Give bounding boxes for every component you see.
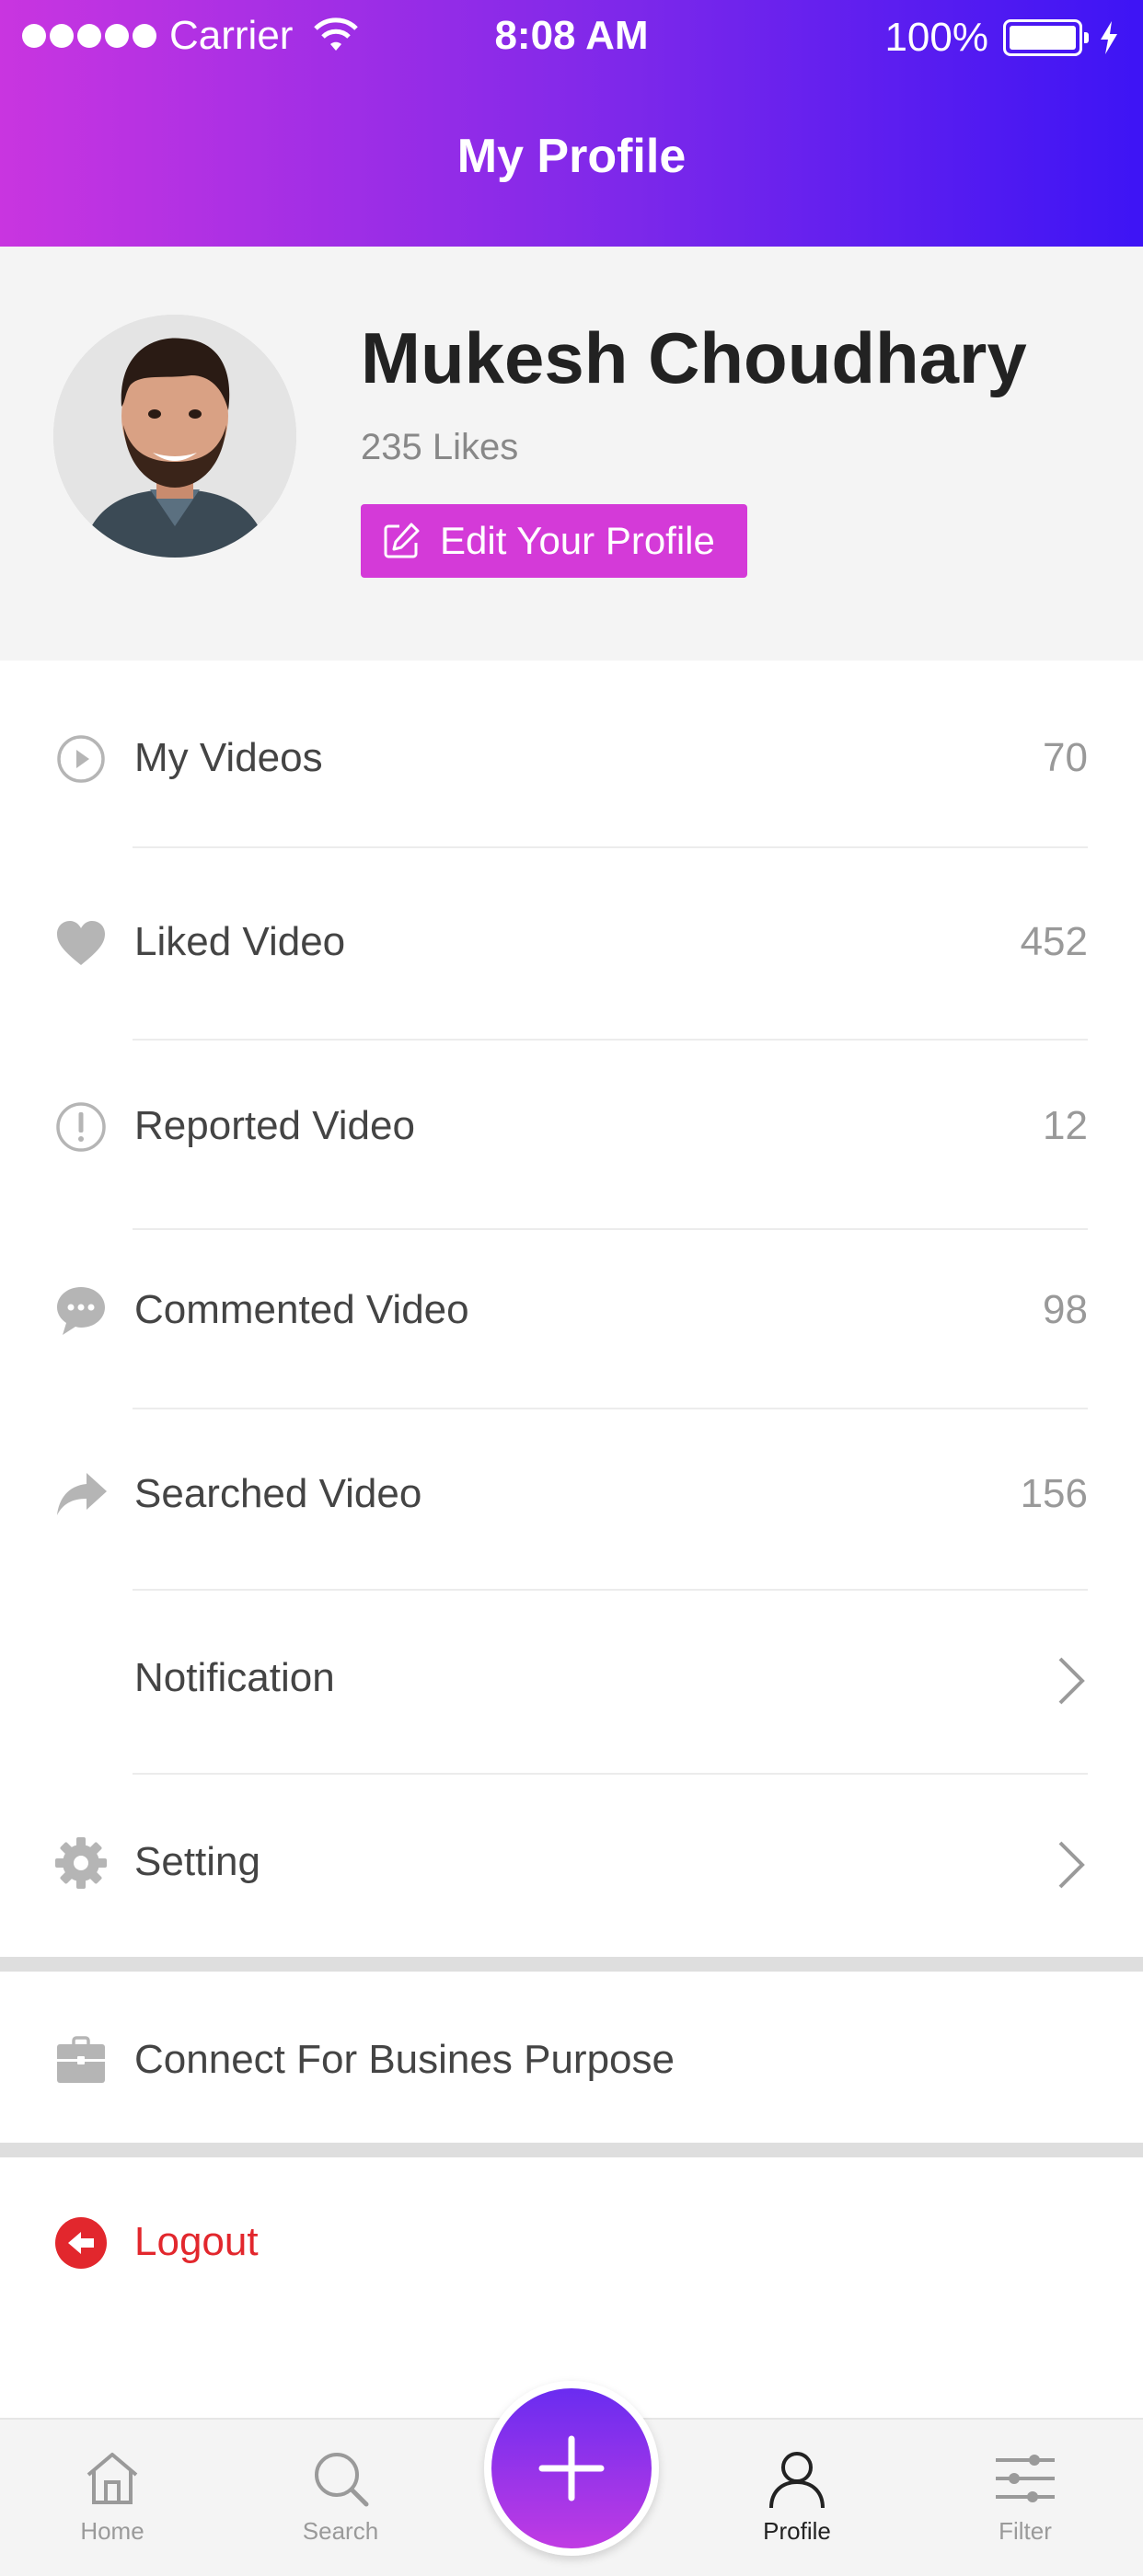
menu-item-reported-video[interactable]: Reported Video 12 bbox=[0, 1099, 1143, 1155]
menu-label: Searched Video bbox=[134, 1471, 422, 1516]
menu-item-notification[interactable]: Notification bbox=[0, 1651, 1143, 1707]
menu-item-commented-video[interactable]: Commented Video 98 bbox=[0, 1283, 1143, 1339]
chevron-right-icon bbox=[1058, 1841, 1085, 1889]
battery-icon bbox=[1003, 19, 1089, 56]
search-icon bbox=[315, 2453, 369, 2507]
edit-icon bbox=[384, 523, 420, 558]
edit-profile-label: Edit Your Profile bbox=[440, 519, 715, 562]
chevron-right-icon bbox=[1058, 1657, 1085, 1705]
menu-count: 70 bbox=[1043, 735, 1088, 780]
logout-icon bbox=[55, 2217, 107, 2269]
profile-header: Mukesh Choudhary 235 Likes Edit Your Pro… bbox=[0, 247, 1143, 661]
tab-home[interactable]: Home bbox=[39, 2445, 186, 2546]
header-bar: Carrier 8:08 AM 100% My Profile bbox=[0, 0, 1143, 247]
logout-label: Logout bbox=[134, 2219, 259, 2264]
tab-label: Search bbox=[302, 2517, 379, 2545]
divider bbox=[133, 846, 1088, 848]
page-title: My Profile bbox=[456, 130, 687, 183]
menu-item-setting[interactable]: Setting bbox=[0, 1835, 1143, 1891]
menu-label: Connect For Busines Purpose bbox=[134, 2037, 675, 2082]
menu-item-searched-video[interactable]: Searched Video 156 bbox=[0, 1467, 1143, 1523]
divider bbox=[133, 1408, 1088, 1409]
menu-item-liked-video[interactable]: Liked Video 452 bbox=[0, 915, 1143, 971]
plus-icon bbox=[538, 2435, 605, 2501]
menu-label: Commented Video bbox=[134, 1287, 469, 1332]
gear-icon bbox=[55, 1837, 107, 1889]
menu-label: My Videos bbox=[134, 735, 323, 780]
alert-circle-icon bbox=[56, 1102, 106, 1152]
avatar[interactable] bbox=[53, 315, 296, 558]
menu-label: Liked Video bbox=[134, 919, 346, 964]
menu-item-my-videos[interactable]: My Videos 70 bbox=[0, 731, 1143, 787]
battery-percentage: 100% bbox=[884, 15, 988, 60]
tab-filter[interactable]: Filter bbox=[952, 2445, 1099, 2546]
charging-bolt-icon bbox=[1101, 21, 1117, 54]
share-arrow-icon bbox=[57, 1473, 107, 1515]
heart-icon bbox=[57, 921, 105, 965]
menu-count: 156 bbox=[1020, 1471, 1088, 1516]
user-icon bbox=[769, 2452, 825, 2509]
tab-label: Home bbox=[80, 2517, 144, 2545]
edit-profile-button[interactable]: Edit Your Profile bbox=[361, 504, 747, 578]
add-button[interactable] bbox=[484, 2381, 659, 2556]
section-divider bbox=[0, 2143, 1143, 2157]
menu-count: 452 bbox=[1020, 919, 1088, 964]
menu-label: Reported Video bbox=[134, 1103, 415, 1148]
menu-count: 98 bbox=[1043, 1287, 1088, 1332]
avatar-image bbox=[53, 315, 296, 558]
logout-button[interactable]: Logout bbox=[0, 2215, 1143, 2271]
menu-label: Notification bbox=[134, 1655, 335, 1700]
divider bbox=[133, 1039, 1088, 1041]
menu-item-business[interactable]: Connect For Busines Purpose bbox=[0, 2033, 1143, 2088]
section-divider bbox=[0, 1957, 1143, 1972]
tab-label: Filter bbox=[999, 2517, 1052, 2545]
tab-profile[interactable]: Profile bbox=[723, 2445, 871, 2546]
divider bbox=[133, 1228, 1088, 1230]
tab-search[interactable]: Search bbox=[267, 2445, 414, 2546]
divider bbox=[133, 1589, 1088, 1591]
home-icon bbox=[87, 2453, 138, 2504]
menu-count: 12 bbox=[1043, 1103, 1088, 1148]
menu-label: Setting bbox=[134, 1839, 260, 1884]
status-bar: Carrier 8:08 AM 100% bbox=[0, 0, 1143, 81]
tab-label: Profile bbox=[763, 2517, 831, 2545]
chat-bubble-icon bbox=[57, 1287, 105, 1335]
profile-name: Mukesh Choudhary bbox=[361, 317, 1027, 398]
profile-likes: 235 Likes bbox=[361, 427, 519, 467]
play-circle-icon bbox=[57, 735, 105, 783]
sliders-icon bbox=[996, 2455, 1055, 2502]
briefcase-icon bbox=[57, 2036, 105, 2083]
divider bbox=[133, 1773, 1088, 1775]
